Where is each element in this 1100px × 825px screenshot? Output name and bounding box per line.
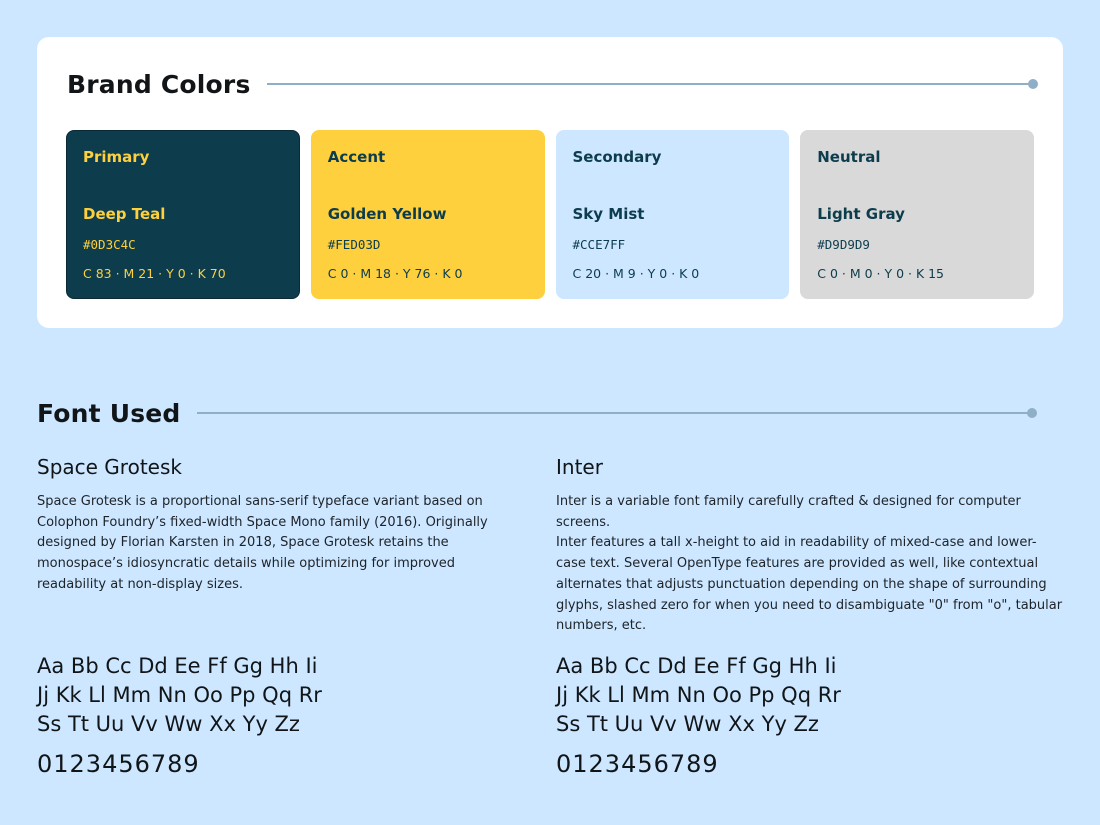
swatch-hex: #CCE7FF: [572, 237, 626, 252]
font-column-space-grotesk: Space Grotesk Space Grotesk is a proport…: [37, 452, 517, 792]
swatch-hex: #D9D9D9: [817, 237, 870, 252]
swatch-color-name: Deep Teal: [83, 205, 166, 223]
font-description: Inter is a variable font family carefull…: [556, 494, 1063, 634]
font-name: Space Grotesk: [37, 455, 182, 479]
alphabet-line-2: Jj Kk Ll Mm Nn Oo Pp Qq Rr: [37, 683, 322, 707]
swatch-role: Primary: [83, 148, 150, 166]
swatch-cmyk: C 20 · M 9 · Y 0 · K 0: [572, 266, 700, 281]
font-column-inter: Inter Inter is a variable font family ca…: [556, 452, 1066, 792]
swatch-role: Accent: [327, 148, 386, 166]
brand-guide-page: Brand Colors Primary Deep Teal #0D3C4C C…: [0, 0, 1100, 825]
section-divider: [266, 79, 1039, 89]
alphabet-line-3: Ss Tt Uu Vv Ww Xx Yy Zz: [37, 712, 300, 736]
alphabet-line-2: Jj Kk Ll Mm Nn Oo Pp Qq Rr: [556, 683, 841, 707]
swatch-secondary: Secondary Sky Mist #CCE7FF C 20 · M 9 · …: [555, 130, 790, 299]
swatch-hex: #FED03D: [327, 237, 381, 252]
swatch-role: Secondary: [572, 148, 662, 166]
alphabet-line-1: Aa Bb Cc Dd Ee Ff Gg Hh Ii: [37, 654, 318, 678]
swatch-row: Primary Deep Teal #0D3C4C C 83 · M 21 · …: [66, 130, 1034, 299]
swatch-cmyk: C 0 · M 0 · Y 0 · K 15: [817, 266, 945, 281]
swatch-color-name: Light Gray: [817, 205, 905, 223]
swatch-color-name: Sky Mist: [572, 205, 645, 223]
swatch-role: Neutral: [817, 148, 881, 166]
swatch-hex: #0D3C4C: [83, 237, 136, 252]
digits-line: 0123456789: [37, 750, 200, 778]
fonts-header: Font Used: [37, 396, 1038, 430]
swatch-neutral: Neutral Light Gray #D9D9D9 C 0 · M 0 · Y…: [800, 130, 1034, 299]
swatch-cmyk: C 83 · M 21 · Y 0 · K 70: [83, 266, 226, 281]
alphabet-line-3: Ss Tt Uu Vv Ww Xx Yy Zz: [556, 712, 819, 736]
swatch-cmyk: C 0 · M 18 · Y 76 · K 0: [327, 266, 463, 281]
alphabet-line-1: Aa Bb Cc Dd Ee Ff Gg Hh Ii: [556, 654, 837, 678]
swatch-primary: Primary Deep Teal #0D3C4C C 83 · M 21 · …: [66, 130, 300, 299]
swatch-color-name: Golden Yellow: [327, 205, 447, 223]
fonts-title: Font Used: [37, 398, 181, 428]
font-description: Space Grotesk is a proportional sans-ser…: [37, 494, 488, 592]
brand-colors-title: Brand Colors: [67, 69, 251, 99]
brand-colors-card: Brand Colors Primary Deep Teal #0D3C4C C…: [37, 37, 1063, 328]
section-divider: [196, 408, 1038, 418]
font-name: Inter: [556, 455, 603, 479]
digits-line: 0123456789: [556, 750, 719, 778]
swatch-accent: Accent Golden Yellow #FED03D C 0 · M 18 …: [310, 130, 545, 299]
brand-colors-header: Brand Colors: [67, 67, 1039, 101]
